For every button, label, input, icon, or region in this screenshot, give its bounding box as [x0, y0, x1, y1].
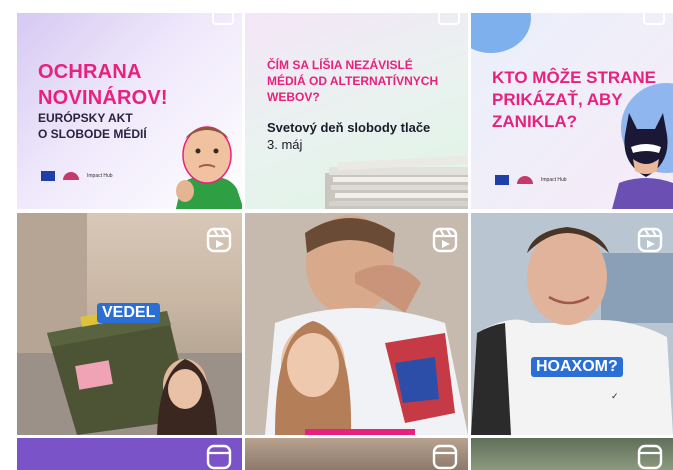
- reel-tile-hockey[interactable]: [245, 213, 468, 435]
- post-tile-partial-2[interactable]: [245, 438, 468, 470]
- success-kid-image: [175, 126, 242, 209]
- reels-icon: [206, 444, 232, 470]
- eu-flag-icon: [41, 171, 55, 181]
- reel-tile-hoaxom[interactable]: HOAXOM? ✓: [471, 213, 673, 435]
- post-tile-nezavisle-media[interactable]: ČÍM SA LÍŠIA NEZÁVISLÉ MÉDIÁ OD ALTERNAT…: [245, 13, 468, 209]
- carousel-icon: [438, 13, 460, 25]
- tile-date: 3. máj: [267, 137, 303, 152]
- partner-logo-icon: [63, 172, 79, 180]
- partner-logos: Impact Hub: [495, 175, 567, 185]
- tile-headline: ČÍM SA LÍŠIA NEZÁVISLÉ MÉDIÁ OD ALTERNAT…: [267, 58, 439, 104]
- reel-tile-vedel[interactable]: VEDEL: [17, 213, 242, 435]
- nike-logo: ✓: [611, 391, 619, 401]
- carousel-icon: [212, 13, 234, 25]
- impact-hub-logo: Impact Hub: [87, 173, 113, 179]
- tile-headline: OCHRANA NOVINÁROV!: [38, 61, 168, 109]
- tile-subheadline: EURÓPSKY AKT O SLOBODE MÉDIÍ: [38, 111, 147, 141]
- partner-logo-icon: [517, 176, 533, 184]
- post-tile-partial-1[interactable]: [17, 438, 242, 470]
- reels-icon: [206, 227, 232, 253]
- reel-caption: VEDEL: [97, 303, 161, 323]
- eu-flag-icon: [495, 175, 509, 185]
- partner-logos: Impact Hub: [41, 171, 113, 181]
- tile-subtitle: Svetový deň slobody tlače: [267, 120, 431, 135]
- newspaper-stack-image: [325, 155, 468, 209]
- reel-caption: HOAXOM?: [531, 357, 623, 377]
- post-tile-kto-moze-strane[interactable]: KTO MÔŽE STRANE PRIKÁZAŤ, ABY ZANIKLA? I…: [471, 13, 673, 209]
- reels-icon: [432, 227, 458, 253]
- carousel-icon: [643, 13, 665, 25]
- reels-icon: [432, 444, 458, 470]
- post-tile-ochrana-novinarov[interactable]: OCHRANA NOVINÁROV! EURÓPSKY AKT O SLOBOD…: [17, 13, 242, 209]
- profile-post-grid: OCHRANA NOVINÁROV! EURÓPSKY AKT O SLOBOD…: [17, 13, 673, 470]
- batman-image: [612, 113, 673, 209]
- reels-icon: [637, 444, 663, 470]
- impact-hub-logo: Impact Hub: [541, 177, 567, 183]
- decor-blob: [471, 13, 531, 53]
- post-tile-partial-3[interactable]: [471, 438, 673, 470]
- reels-icon: [637, 227, 663, 253]
